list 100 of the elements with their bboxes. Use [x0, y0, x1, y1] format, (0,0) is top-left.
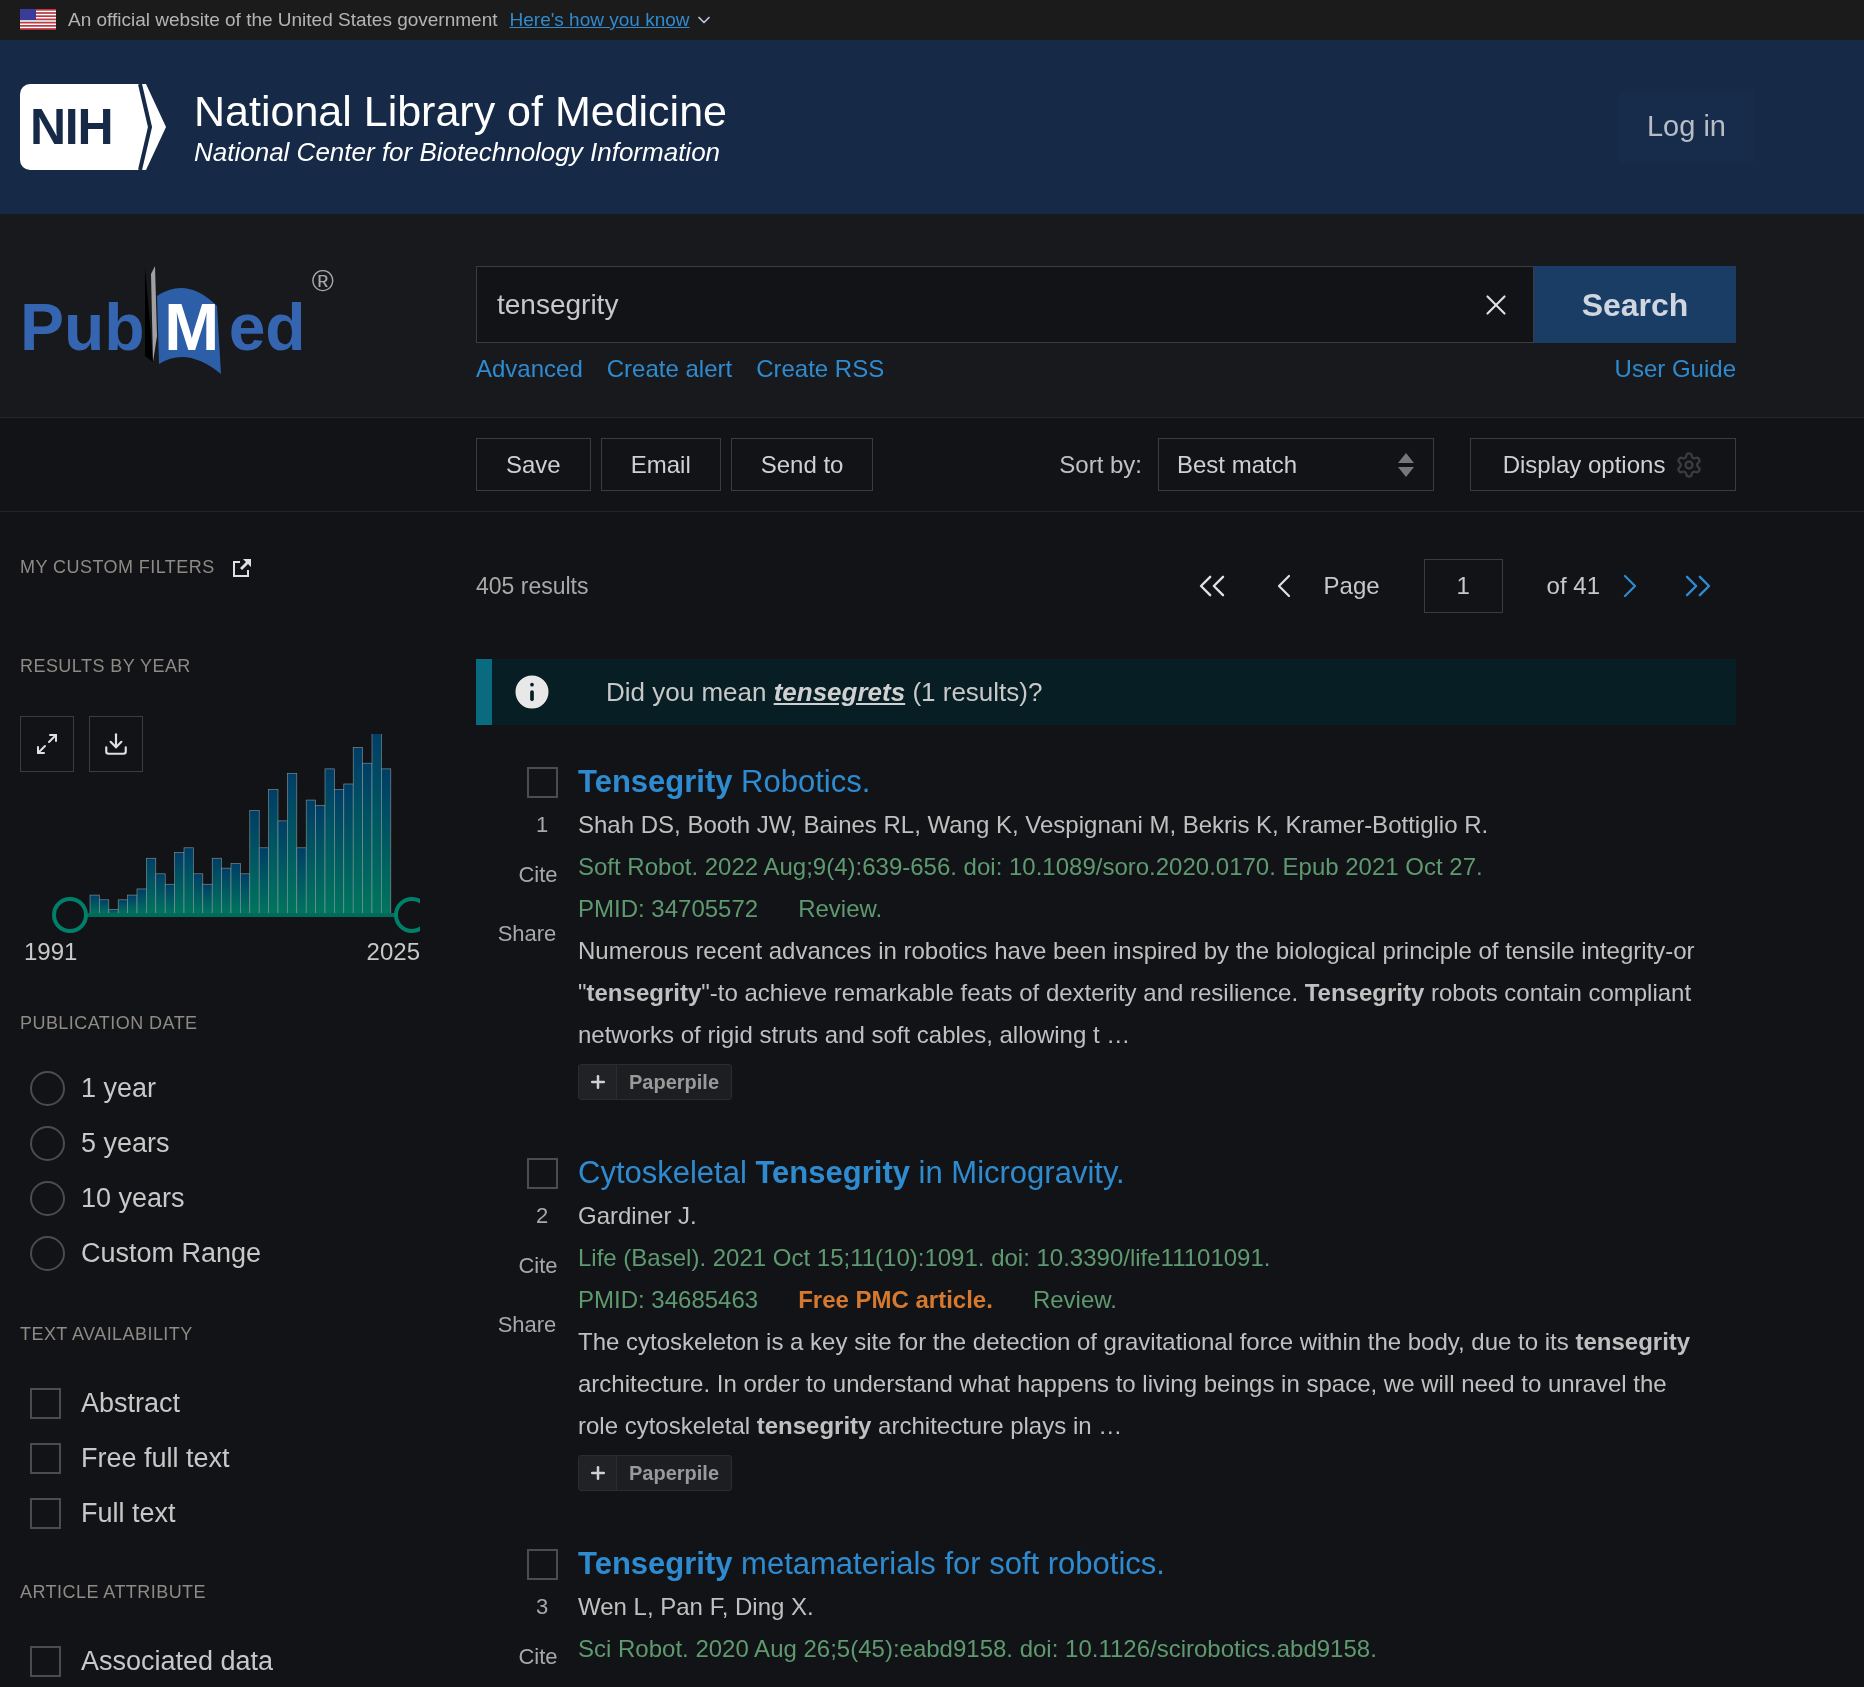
- result-action-link[interactable]: Cite: [496, 1636, 558, 1678]
- radio-button[interactable]: [30, 1181, 65, 1216]
- search-link[interactable]: Create alert: [606, 351, 733, 387]
- article-citation: Life (Basel). 2021 Oct 15;11(10):1091. doi: 10.3390/life11101091.: [578, 1243, 1272, 1273]
- result-action-link[interactable]: Share: [497, 913, 557, 955]
- histogram-bar[interactable]: [296, 847, 307, 915]
- radio-button[interactable]: [30, 1126, 65, 1161]
- histogram-bar[interactable]: [202, 883, 213, 915]
- up-down-icon: [1397, 451, 1415, 478]
- page-field[interactable]: 1: [1423, 559, 1503, 613]
- histogram-bar[interactable]: [343, 783, 354, 915]
- article-pmid: PMID: 34705572: [578, 894, 759, 924]
- histogram-bar[interactable]: [240, 873, 251, 915]
- toolbar-button[interactable]: Send to: [730, 438, 874, 491]
- page-total: of 41: [1546, 571, 1600, 601]
- checkbox[interactable]: [526, 1158, 558, 1189]
- checkbox[interactable]: [526, 767, 558, 798]
- result-action-link[interactable]: Cite: [496, 854, 558, 896]
- range-handle[interactable]: [52, 897, 88, 933]
- user-guide-link[interactable]: User Guide: [1614, 351, 1736, 387]
- checkbox[interactable]: [526, 1549, 558, 1580]
- histogram-bar[interactable]: [136, 888, 147, 915]
- histogram-bar[interactable]: [324, 768, 335, 915]
- radio-button[interactable]: [30, 1236, 65, 1271]
- histogram-bar[interactable]: [381, 768, 392, 915]
- download-button[interactable]: [89, 716, 143, 772]
- histogram-bar[interactable]: [268, 789, 279, 915]
- histogram-bar[interactable]: [258, 847, 269, 915]
- paperpile-button[interactable]: Paperpile: [578, 1064, 733, 1100]
- article-citation: Sci Robot. 2020 Aug 26;5(45):eabd9158. doi: 10.1126/scirobotics.abd9158.: [578, 1634, 1378, 1664]
- histogram-bar[interactable]: [174, 852, 185, 915]
- histogram-bar[interactable]: [99, 899, 110, 915]
- result-number: 3: [535, 1593, 549, 1621]
- result-action-link[interactable]: Share: [497, 1304, 557, 1346]
- search-button[interactable]: Search: [1534, 266, 1736, 343]
- gov-banner-text: An official website of the United States government: [68, 7, 498, 32]
- checkbox[interactable]: [30, 1443, 61, 1474]
- page-label: Page: [1323, 571, 1380, 601]
- expand-button[interactable]: [20, 716, 74, 772]
- histogram-bar[interactable]: [117, 899, 128, 915]
- toolbar-button[interactable]: Save: [476, 438, 591, 491]
- search-link[interactable]: Advanced: [476, 351, 583, 387]
- article-authors: Gardiner J.: [578, 1201, 698, 1231]
- histogram-bar[interactable]: [89, 894, 100, 915]
- histogram-bar[interactable]: [164, 883, 175, 915]
- pubmed-logo[interactable]: Pub M ed ®: [20, 266, 334, 374]
- histogram-bar[interactable]: [127, 894, 138, 915]
- histogram-bar[interactable]: [305, 799, 316, 915]
- radio-button[interactable]: [30, 1071, 65, 1106]
- histogram-bar[interactable]: [193, 873, 204, 915]
- histogram-bar[interactable]: [334, 789, 345, 915]
- histogram-bar[interactable]: [230, 863, 241, 915]
- histogram-bar[interactable]: [211, 857, 222, 915]
- histogram-bar[interactable]: [371, 734, 382, 915]
- histogram-bar[interactable]: [352, 747, 363, 915]
- article-authors: Shah DS, Booth JW, Baines RL, Wang K, Vespignani M, Bekris K, Kramer-Bottiglio R.: [578, 810, 1490, 840]
- article-title[interactable]: Tensegrity metamaterials for soft robotics.: [578, 1545, 1736, 1583]
- download-icon: [103, 731, 129, 757]
- article-type: Review.: [798, 894, 883, 924]
- expand-icon: [35, 732, 59, 756]
- article-citation: Soft Robot. 2022 Aug;9(4):639-656. doi: 10.1089/soro.2020.0170. Epub 2021 Oct 27.: [578, 852, 1484, 882]
- histogram-bar[interactable]: [146, 857, 157, 915]
- suggestion-link[interactable]: tensegrets: [773, 676, 906, 707]
- toolbar-button[interactable]: Email: [600, 438, 721, 491]
- article-snippet: The cytoskeleton is a key site for the detection of gravitational force within the body, due to its tensegrity architecture. In order to understand what happens to living beings in space, we will need to unravel the role cytoskeletal tensegrity architecture plays in …: [578, 1327, 1692, 1441]
- range-handle[interactable]: [394, 897, 420, 933]
- start-year: 1991: [24, 937, 78, 967]
- article-snippet: Numerous recent advances in robotics have been inspired by the biological principle of tensile integrity-or "tensegrity"-to achieve remarkable feats of dexterity and resilience. Tensegrity robots contain compliant networks of rigid struts and soft cables, allowing t …: [578, 936, 1696, 1050]
- search-link[interactable]: Create RSS: [756, 351, 885, 387]
- section-title: PUBLICATION DATE: [20, 1012, 199, 1035]
- checkbox[interactable]: [30, 1646, 61, 1677]
- section-title: RESULTS BY YEAR: [20, 655, 192, 678]
- histogram-bar[interactable]: [155, 873, 166, 915]
- checkbox[interactable]: [30, 1388, 61, 1419]
- histogram-bar[interactable]: [277, 820, 288, 915]
- settings-icon: [1675, 450, 1704, 479]
- histogram-bar[interactable]: [183, 847, 194, 915]
- paperpile-button[interactable]: Paperpile: [578, 1455, 733, 1491]
- histogram-bar[interactable]: [108, 908, 119, 915]
- result-action-link[interactable]: Cite: [496, 1245, 558, 1287]
- article-authors: Wen L, Pan F, Ding X.: [578, 1592, 815, 1622]
- external-link-icon[interactable]: [230, 556, 253, 579]
- histogram-bar[interactable]: [249, 810, 260, 915]
- histogram-bar[interactable]: [287, 773, 298, 915]
- checkbox[interactable]: [30, 1498, 61, 1529]
- results-count: 405 results: [476, 571, 590, 601]
- article-pmid: PMID: 34685463: [578, 1285, 759, 1315]
- checkbox-label: Full text: [81, 1497, 176, 1530]
- result-number: 2: [535, 1202, 549, 1230]
- histogram-bar[interactable]: [315, 804, 326, 915]
- histogram-bar[interactable]: [362, 762, 373, 915]
- article-title[interactable]: Cytoskeletal Tensegrity in Microgravity.: [578, 1154, 1736, 1192]
- article-title[interactable]: Tensegrity Robotics.: [578, 763, 1736, 801]
- sort-select[interactable]: Best match: [1158, 438, 1434, 491]
- search-field[interactable]: tensegrity: [476, 266, 1534, 343]
- display-options-button[interactable]: Display options: [1470, 438, 1736, 491]
- histogram-bar[interactable]: [221, 867, 232, 915]
- section-title: MY CUSTOM FILTERS: [20, 556, 215, 579]
- checkbox-label: Associated data: [81, 1645, 274, 1678]
- how-you-know-link[interactable]: Here's how you know: [509, 5, 714, 35]
